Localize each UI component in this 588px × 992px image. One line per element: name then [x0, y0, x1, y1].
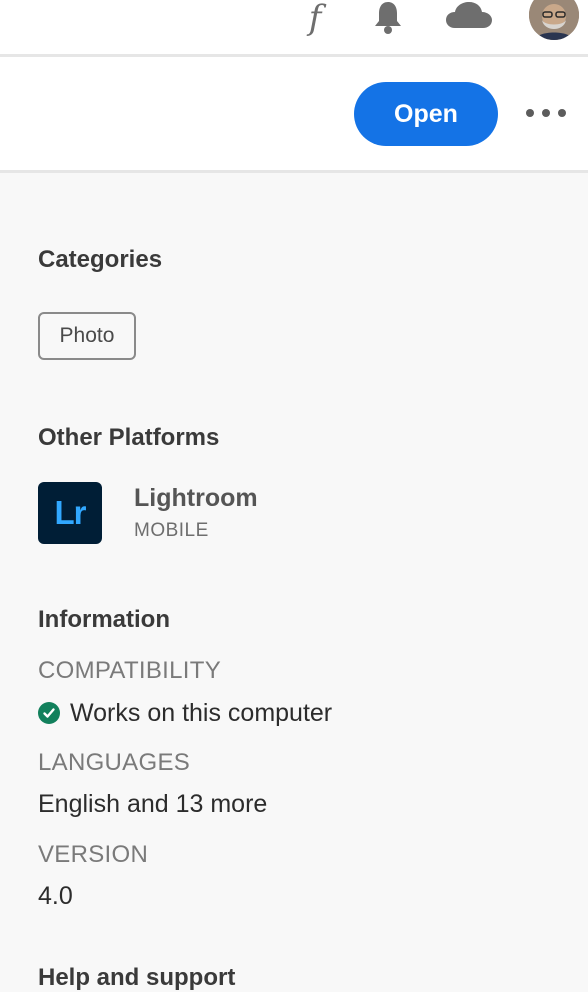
help-support-heading: Help and support [38, 964, 236, 991]
lightroom-app-icon[interactable]: Lr [38, 482, 102, 544]
bell-icon[interactable] [370, 0, 406, 34]
compatibility-label: COMPATIBILITY [38, 657, 222, 684]
information-heading: Information [38, 606, 170, 633]
compatibility-value: Works on this computer [38, 698, 332, 728]
top-nav-bar: f [0, 0, 588, 57]
compatibility-text: Works on this computer [70, 698, 333, 727]
platform-app-type: MOBILE [134, 520, 209, 541]
version-label: VERSION [38, 841, 149, 868]
app-action-bar: Open [0, 57, 588, 173]
version-value: 4.0 [38, 882, 73, 910]
other-platforms-heading: Other Platforms [38, 424, 220, 451]
open-button[interactable]: Open [354, 82, 498, 146]
categories-heading: Categories [38, 246, 163, 273]
more-dot [526, 109, 534, 117]
cloud-icon[interactable] [444, 2, 494, 30]
more-dot [558, 109, 566, 117]
fonts-icon[interactable]: f [298, 0, 332, 36]
languages-value: English and 13 more [38, 790, 268, 818]
more-icon[interactable] [526, 101, 566, 125]
platform-app-name[interactable]: Lightroom [134, 484, 258, 513]
checkmark-icon [38, 702, 60, 724]
avatar[interactable] [529, 0, 579, 40]
category-chip-photo[interactable]: Photo [38, 312, 136, 360]
languages-label: LANGUAGES [38, 749, 191, 776]
more-dot [542, 109, 550, 117]
